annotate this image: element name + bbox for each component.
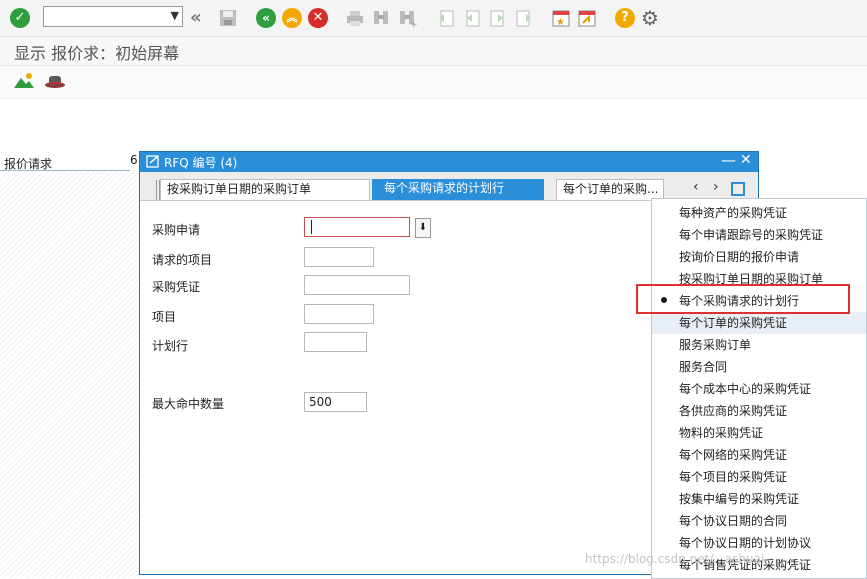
field-label-doc: 采购凭证	[152, 280, 201, 294]
tab-list-icon[interactable]	[731, 182, 745, 196]
back-icon[interactable]: «	[256, 8, 276, 28]
menu-item[interactable]: 每个项目的采购凭证	[652, 466, 866, 488]
last-page-icon[interactable]	[514, 8, 534, 28]
menu-item[interactable]: 各供应商的采购凭证	[652, 400, 866, 422]
watermark: https://blog.csdn.net/...ashuai	[585, 552, 765, 566]
menu-item[interactable]: 服务合同	[652, 356, 866, 378]
enter-icon[interactable]: ✓	[10, 8, 30, 28]
svg-text:★: ★	[556, 17, 565, 28]
save-icon[interactable]	[218, 8, 238, 28]
next-page-icon[interactable]	[488, 8, 508, 28]
schedule-line-input[interactable]	[304, 332, 367, 352]
menu-item[interactable]: 每个申请跟踪号的采购凭证	[652, 224, 866, 246]
tab-po-by-date[interactable]: 按采购订单日期的采购订单	[160, 179, 370, 200]
field-label-project: 项目	[152, 310, 177, 324]
menu-item[interactable]: 物料的采购凭证	[652, 422, 866, 444]
system-toolbar: ✓ ▼ « « ︽ ✕ + ★ ? ⚙	[0, 0, 867, 37]
search-help-list: 每种资产的采购凭证 每个申请跟踪号的采购凭证 按询价日期的报价申请 按采购订单日…	[651, 198, 867, 579]
shortcut-icon[interactable]	[577, 8, 597, 28]
chevron-down-icon[interactable]: ▼	[171, 9, 179, 22]
svg-text:+: +	[410, 20, 417, 28]
find-next-icon[interactable]: +	[397, 8, 418, 30]
prev-page-icon[interactable]	[462, 8, 482, 28]
print-icon[interactable]	[345, 8, 365, 28]
dialog-title: RFQ 编号 (4)	[164, 156, 238, 170]
new-session-icon[interactable]: ★	[551, 8, 571, 28]
purchasing-doc-input[interactable]	[304, 275, 410, 295]
value-help-icon[interactable]: ⬇	[415, 218, 431, 238]
project-input[interactable]	[304, 304, 374, 324]
menu-item[interactable]: 每个成本中心的采购凭证	[652, 378, 866, 400]
tab-strip: 按采购订单日期的采购订单 每个采购请求的计划行 每个订单的采购... ‹ ›	[140, 172, 758, 201]
cancel-icon[interactable]: ✕	[308, 8, 328, 28]
tab-next-icon[interactable]: ›	[713, 179, 719, 195]
max-hits-label: 最大命中数量	[152, 397, 225, 411]
highlight-box	[636, 284, 850, 314]
requested-item-input[interactable]	[304, 247, 374, 267]
landscape-icon[interactable]	[13, 72, 35, 93]
max-hits-input[interactable]: 500	[304, 392, 367, 412]
menu-item[interactable]: 按集中编号的采购凭证	[652, 488, 866, 510]
field-label-item: 请求的项目	[152, 253, 213, 267]
pr-input[interactable]	[304, 217, 410, 237]
tab-prev-icon[interactable]: ‹	[693, 179, 699, 195]
divider	[0, 170, 130, 171]
menu-item[interactable]: 每个网络的采购凭证	[652, 444, 866, 466]
menu-item[interactable]: 每个协议日期的计划协议	[652, 532, 866, 554]
screen-title-bar: 显示 报价求：初始屏幕	[0, 37, 867, 66]
field-label-schedule-line: 计划行	[152, 339, 189, 353]
exit-icon[interactable]: ︽	[282, 8, 302, 28]
settings-icon[interactable]: ⚙	[641, 8, 661, 28]
menu-item[interactable]: 每个协议日期的合同	[652, 510, 866, 532]
text-cursor	[311, 220, 312, 234]
menu-item-hover[interactable]: 每个订单的采购凭证	[652, 312, 866, 334]
first-page-icon[interactable]	[436, 8, 456, 28]
dialog-icon	[146, 155, 160, 171]
command-field[interactable]: ▼	[43, 6, 183, 27]
field-label-pr: 采购申请	[152, 223, 201, 237]
tab-schedule-lines[interactable]: 每个采购请求的计划行	[372, 179, 544, 200]
tab-po-per-order[interactable]: 每个订单的采购...	[556, 179, 664, 200]
menu-item[interactable]: 按询价日期的报价申请	[652, 246, 866, 268]
dialog-header: RFQ 编号 (4) — ✕	[140, 151, 758, 172]
help-icon[interactable]: ?	[615, 8, 635, 28]
menu-item[interactable]: 服务采购订单	[652, 334, 866, 356]
hat-icon[interactable]	[44, 73, 66, 92]
find-icon[interactable]	[371, 8, 391, 28]
menu-item[interactable]: 每种资产的采购凭证	[652, 202, 866, 224]
minimize-icon[interactable]: —	[721, 151, 736, 169]
application-toolbar	[0, 66, 867, 99]
back-double-icon[interactable]: «	[190, 8, 210, 28]
close-icon[interactable]: ✕	[740, 152, 752, 168]
background-pattern	[0, 170, 140, 579]
page-title: 显示 报价求：初始屏幕	[14, 44, 180, 63]
